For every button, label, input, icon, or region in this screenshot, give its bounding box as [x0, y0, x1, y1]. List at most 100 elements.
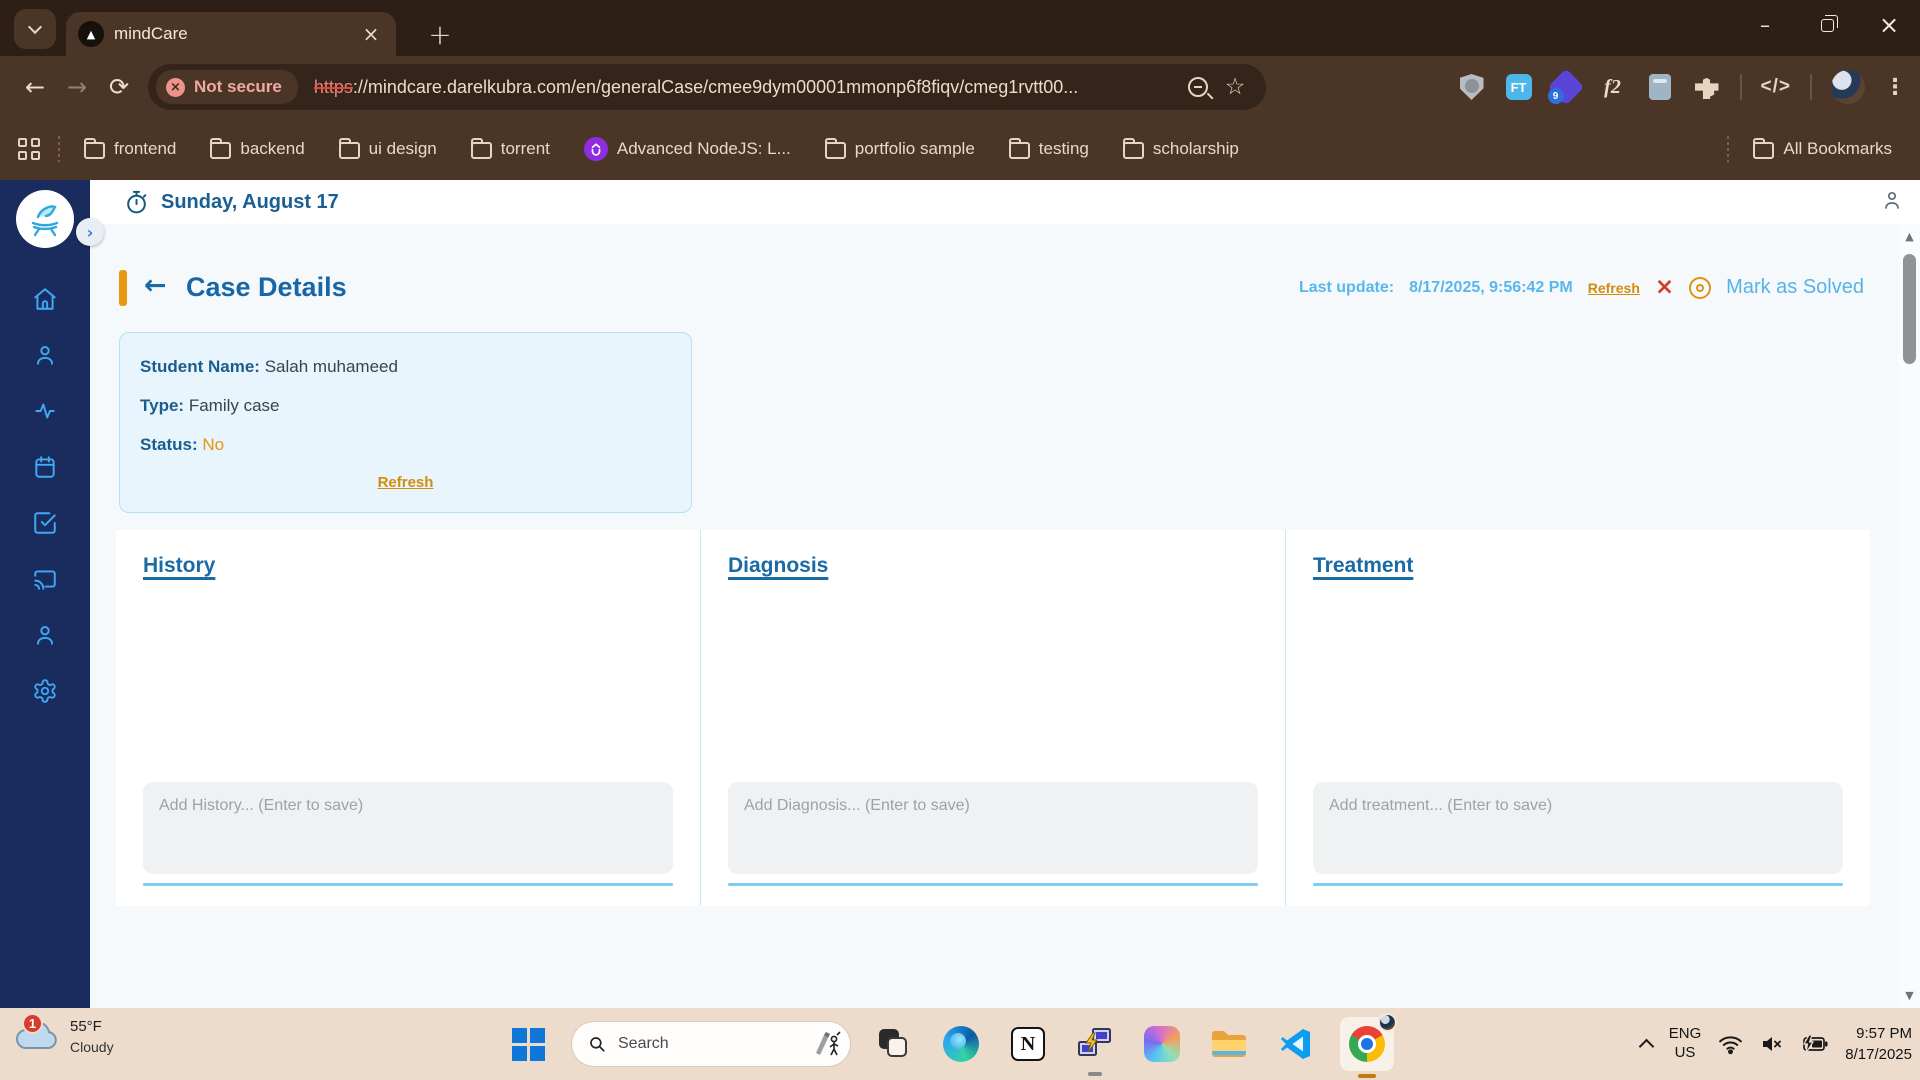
windows-taskbar: 1 55°F Cloudy Search N ENG US 9:57 PM 8/…	[0, 1008, 1920, 1080]
file-explorer-button[interactable]	[1206, 1021, 1252, 1067]
sidebar-item-cast[interactable]	[32, 566, 58, 592]
weather-widget[interactable]: 1 55°F Cloudy	[14, 1013, 114, 1056]
bookmark-advanced-nodejs[interactable]: Advanced NodeJS: L...	[574, 137, 801, 161]
scroll-up-icon[interactable]: ▲	[1899, 230, 1920, 243]
sidebar-item-patients[interactable]	[32, 342, 58, 368]
start-button[interactable]	[505, 1021, 551, 1067]
window-controls: – ×	[1734, 0, 1920, 50]
putty-app-button[interactable]	[1072, 1021, 1118, 1076]
language-line1: ENG	[1668, 1025, 1702, 1043]
zoom-indicator-icon[interactable]	[1188, 77, 1208, 97]
battery-charging-icon[interactable]	[1801, 1034, 1828, 1054]
bookmark-portfolio-sample[interactable]: portfolio sample	[815, 138, 985, 159]
solved-target-icon[interactable]	[1689, 276, 1712, 299]
close-case-icon[interactable]: ×	[1655, 276, 1674, 299]
scrollbar-thumb[interactable]	[1903, 254, 1916, 364]
card-refresh-link[interactable]: Refresh	[140, 474, 671, 491]
back-button[interactable]: ←	[14, 66, 56, 108]
close-window-button[interactable]: ×	[1858, 0, 1920, 50]
vscode-app-button[interactable]	[1273, 1021, 1319, 1067]
sidebar-item-profile[interactable]	[32, 622, 58, 648]
browser-menu-icon[interactable]: ⋮	[1884, 75, 1906, 100]
diagnosis-title: Diagnosis	[728, 554, 829, 577]
profile-avatar[interactable]	[1831, 70, 1865, 104]
bookmark-label: portfolio sample	[854, 139, 975, 158]
tray-chevron-icon[interactable]	[1638, 1038, 1655, 1055]
sidebar-toggle-button[interactable]: ›	[76, 218, 104, 246]
bookmark-scholarship[interactable]: scholarship	[1113, 138, 1249, 159]
back-to-cases-button[interactable]: ←	[144, 270, 167, 301]
history-input[interactable]	[143, 782, 673, 874]
reload-button[interactable]: ⟳	[98, 66, 140, 108]
address-bar[interactable]: × Not secure https://mindcare.darelkubra…	[148, 64, 1266, 110]
bookmark-label: scholarship	[1152, 139, 1239, 158]
new-tab-button[interactable]: +	[420, 14, 460, 54]
language-switcher[interactable]: ENG US	[1669, 1025, 1702, 1063]
copilot-app-button[interactable]	[1139, 1021, 1185, 1067]
all-bookmarks-button[interactable]: All Bookmarks	[1743, 138, 1902, 159]
status-row: Status: No	[140, 435, 671, 455]
site-security-chip[interactable]: × Not secure	[156, 70, 298, 104]
sidebar-item-activity[interactable]	[32, 398, 58, 424]
edge-app-button[interactable]	[938, 1021, 984, 1067]
ft-extension-label: FT	[1505, 74, 1532, 100]
app-logo[interactable]	[16, 190, 74, 248]
person-icon	[36, 626, 54, 645]
chrome-app-button[interactable]	[1340, 1013, 1397, 1078]
sidebar-item-home[interactable]	[32, 286, 58, 312]
bookmark-torrent[interactable]: torrent	[461, 138, 560, 159]
dev-code-icon[interactable]: </>	[1761, 76, 1791, 98]
tab-close-icon[interactable]: ×	[358, 21, 384, 47]
bookmark-label: torrent	[500, 139, 550, 158]
browser-tab[interactable]: ▲ mindCare ×	[66, 12, 396, 56]
diagnosis-input[interactable]	[728, 782, 1258, 874]
weather-temp: 55°F	[70, 1017, 102, 1035]
notion-app-button[interactable]: N	[1005, 1021, 1051, 1067]
bookmark-backend[interactable]: backend	[200, 138, 314, 159]
volume-muted-icon[interactable]	[1760, 1034, 1784, 1054]
sidebar-item-tasks[interactable]	[32, 510, 58, 536]
sidebar-item-settings[interactable]	[32, 678, 58, 704]
bookmark-star-icon[interactable]: ☆	[1222, 74, 1248, 100]
ft-extension-icon[interactable]: FT	[1505, 73, 1533, 101]
fx-extension-icon[interactable]: f2	[1599, 73, 1627, 101]
header-profile-icon[interactable]	[1880, 188, 1904, 217]
treatment-input[interactable]	[1313, 782, 1843, 874]
apps-grid-icon[interactable]	[18, 138, 40, 160]
student-name-value: Salah muhameed	[264, 357, 398, 376]
diagnosis-column: Diagnosis	[700, 530, 1285, 906]
bookmark-testing[interactable]: testing	[999, 138, 1099, 159]
shield-extension-icon[interactable]	[1458, 73, 1486, 101]
notification-badge: 1	[22, 1013, 43, 1034]
sidebar-item-calendar[interactable]	[32, 454, 58, 480]
bookmark-frontend[interactable]: frontend	[74, 138, 186, 159]
minimize-button[interactable]: –	[1734, 0, 1796, 50]
running-indicator	[1088, 1072, 1102, 1076]
mark-as-solved-button[interactable]: Mark as Solved	[1726, 276, 1864, 299]
tab-search-button[interactable]	[14, 9, 56, 49]
task-view-button[interactable]	[871, 1021, 917, 1067]
status-badge: No	[202, 435, 225, 454]
folder-icon	[84, 138, 105, 159]
taskbar-search[interactable]: Search	[572, 1022, 850, 1066]
not-secure-icon: ×	[166, 77, 185, 97]
target-inner-circle	[1696, 283, 1705, 292]
page-title: Case Details	[186, 272, 347, 302]
forward-button[interactable]: →	[56, 66, 98, 108]
docs-extension-icon[interactable]	[1646, 73, 1674, 101]
putty-icon	[1078, 1028, 1111, 1056]
scroll-down-icon[interactable]: ▼	[1899, 989, 1920, 1002]
clock[interactable]: 9:57 PM 8/17/2025	[1845, 1023, 1912, 1065]
clock-time: 9:57 PM	[1856, 1025, 1912, 1042]
bookmark-ui-design[interactable]: ui design	[329, 138, 447, 159]
restore-button[interactable]	[1796, 0, 1858, 50]
refresh-link[interactable]: Refresh	[1588, 280, 1640, 296]
extension-badge: 9	[1547, 88, 1564, 104]
wifi-icon[interactable]	[1718, 1034, 1743, 1055]
page-scrollbar[interactable]: ▲ ▼	[1899, 224, 1920, 1008]
extensions-puzzle-icon[interactable]	[1693, 73, 1721, 101]
purple-extension-icon[interactable]: 9	[1547, 68, 1584, 106]
edge-icon	[943, 1026, 979, 1062]
treatment-column: Treatment	[1285, 530, 1870, 906]
file-explorer-icon	[1212, 1031, 1246, 1057]
